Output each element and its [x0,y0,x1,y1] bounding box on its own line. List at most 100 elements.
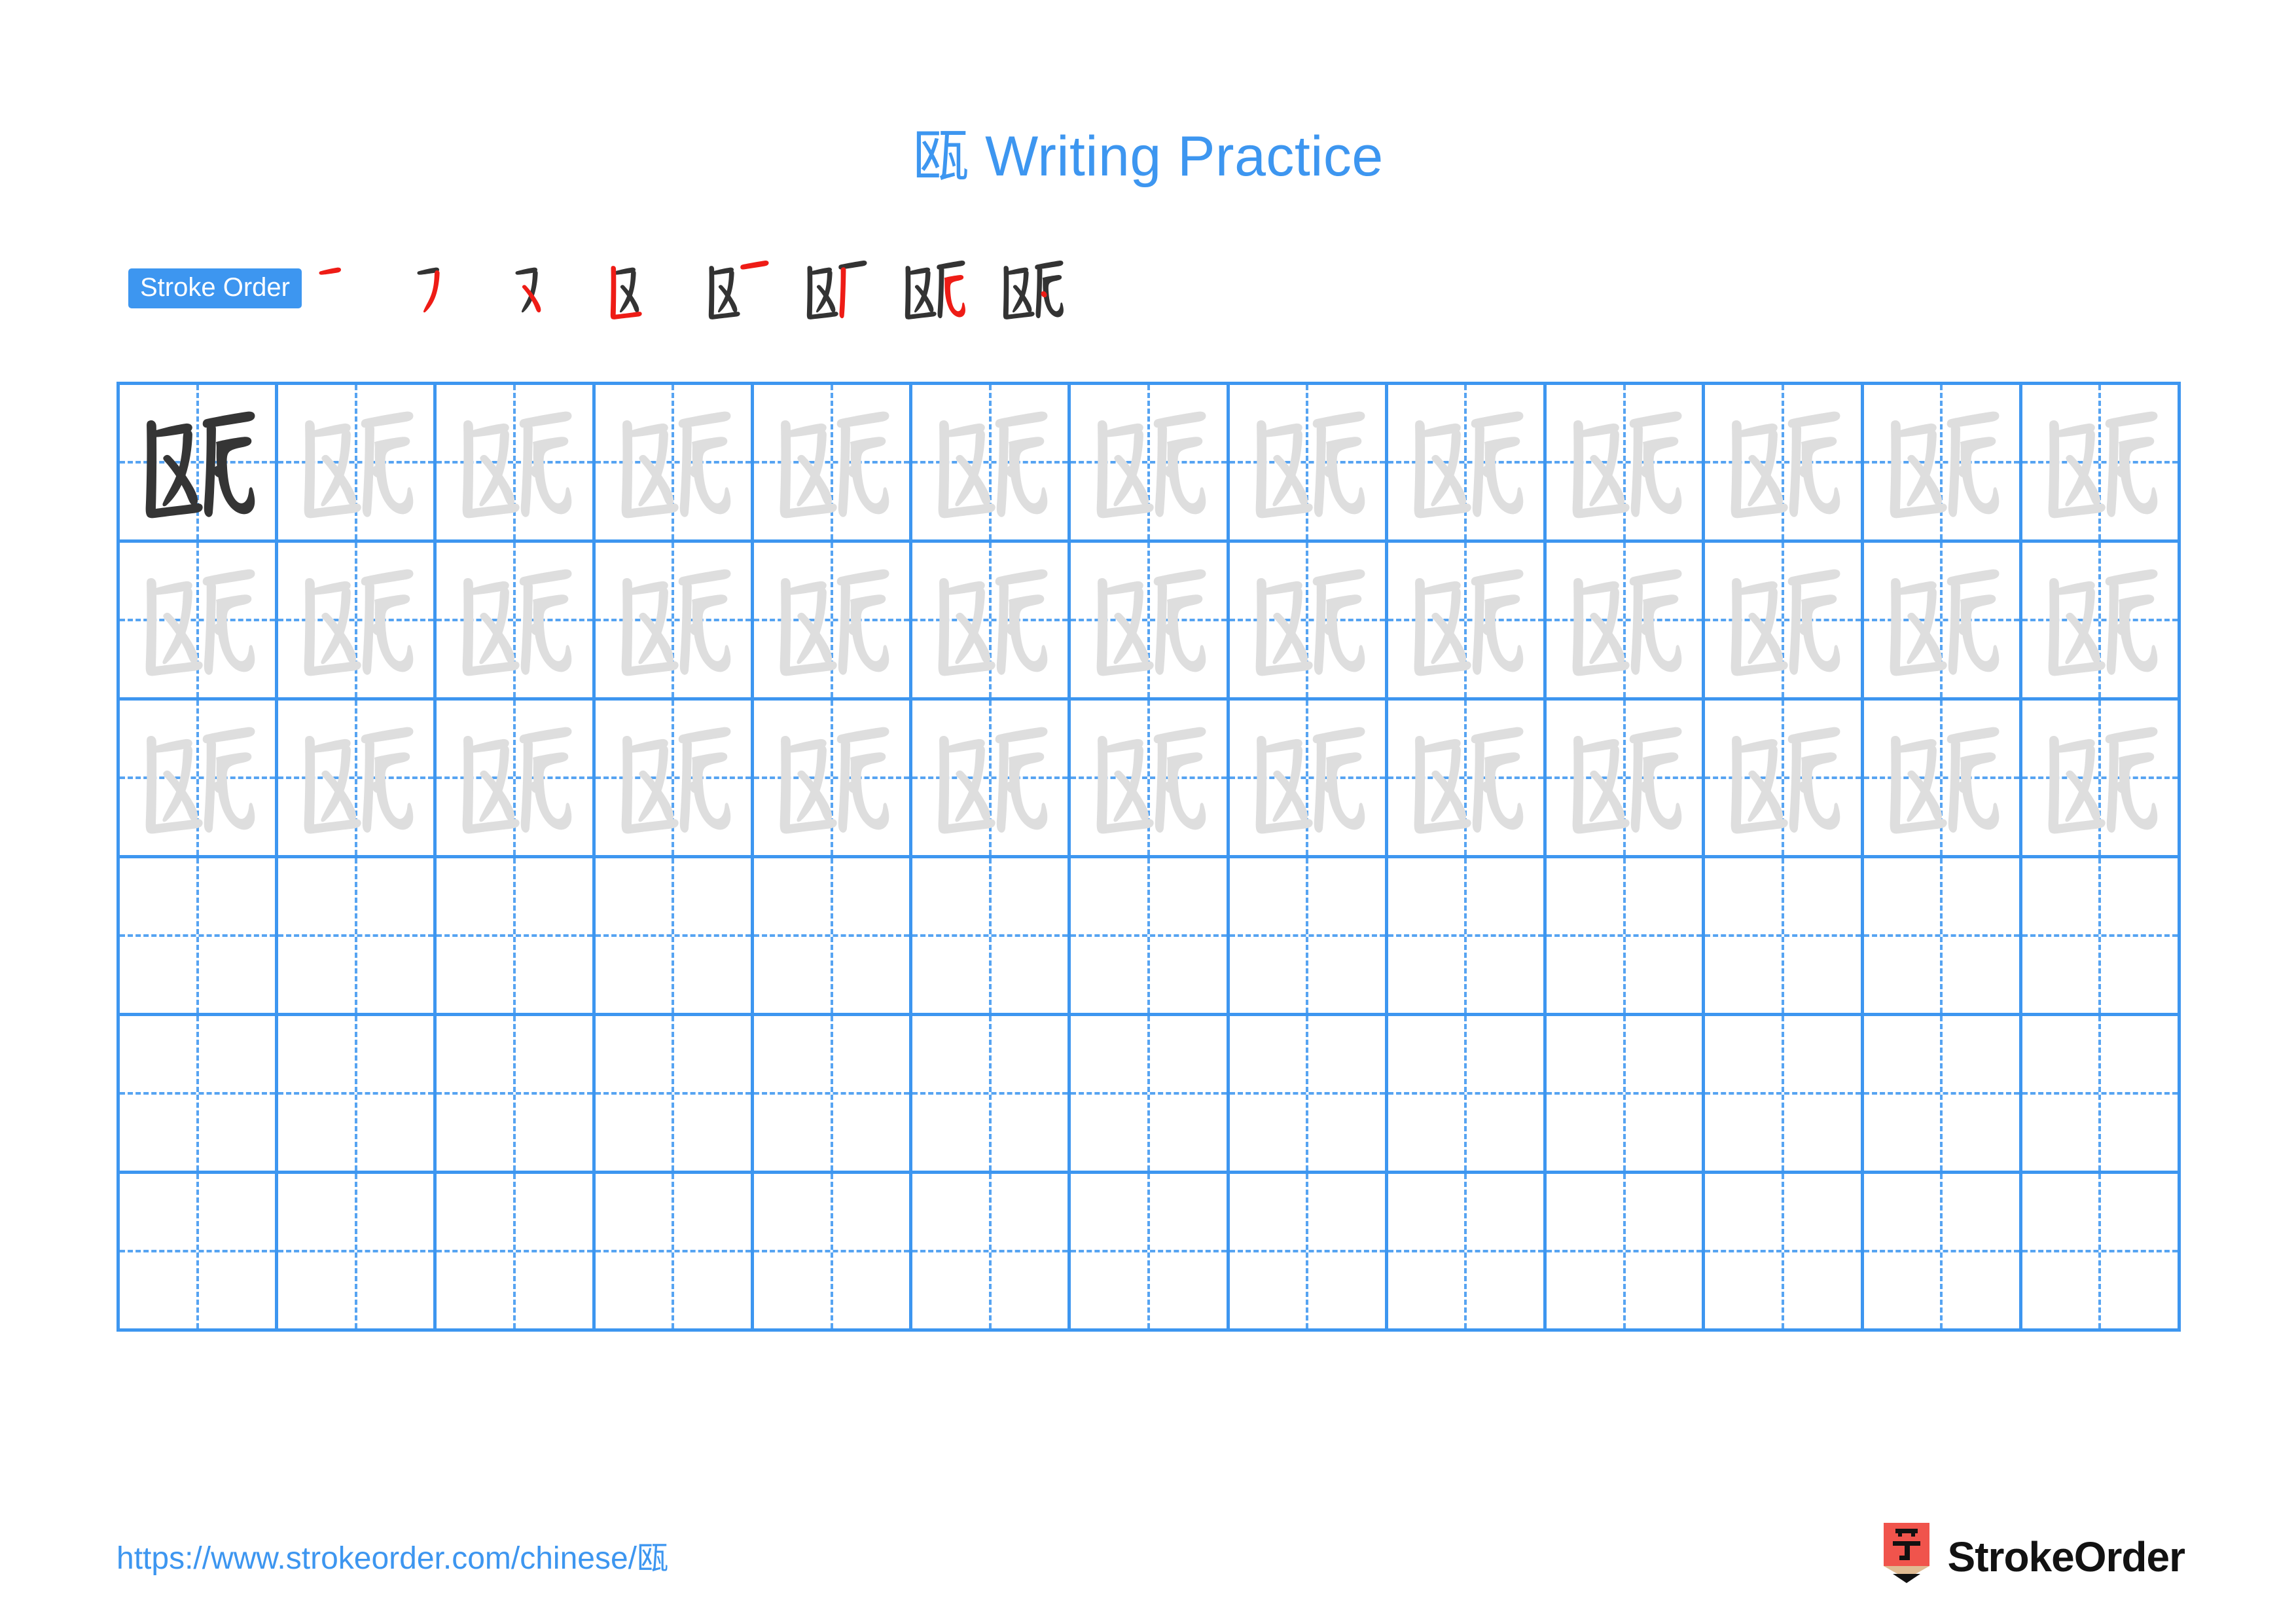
page-title: 瓯 Writing Practice [912,125,1384,188]
grid-cell-trace[interactable] [1705,701,1864,858]
grid-cell-trace[interactable] [1547,385,1706,543]
grid-cell-blank[interactable] [595,1174,754,1332]
trace-character [912,385,1067,539]
grid-cell-trace[interactable] [753,543,913,701]
grid-cell-trace[interactable] [2022,543,2181,701]
grid-cell-trace[interactable] [1705,385,1864,543]
grid-cell-blank[interactable] [437,1016,596,1174]
brand-name: StrokeOrder [1947,1533,2185,1580]
grid-cell-blank[interactable] [120,1174,279,1332]
grid-cell-blank[interactable] [1388,1174,1547,1332]
grid-cell-trace[interactable] [120,701,279,858]
grid-cell-trace[interactable] [437,385,596,543]
brand-logo[interactable]: StrokeOrder [1882,1518,2185,1596]
grid-cell-blank[interactable] [120,1016,279,1174]
grid-cell-trace[interactable] [278,701,437,858]
grid-cell-trace[interactable] [1071,701,1230,858]
grid-cell-trace[interactable] [278,543,437,701]
grid-cell-blank[interactable] [2022,1174,2181,1332]
pencil-logo-icon [1882,1523,1931,1591]
trace-character [1705,385,1860,539]
grid-cell-blank[interactable] [1229,858,1388,1016]
stroke-step-3 [498,249,596,327]
grid-cell-blank[interactable] [753,1016,913,1174]
grid-cell-blank[interactable] [1705,1016,1864,1174]
grid-cell-blank[interactable] [1547,858,1706,1016]
grid-cell-trace[interactable] [1863,701,2022,858]
trace-character [278,701,433,855]
grid-cell-blank[interactable] [2022,1016,2181,1174]
grid-cell-trace[interactable] [753,701,913,858]
grid-cell-trace[interactable] [1388,543,1547,701]
trace-character [437,543,592,697]
grid-cell-trace[interactable] [595,385,754,543]
grid-cell-blank[interactable] [1071,1016,1230,1174]
trace-character [1230,701,1385,855]
trace-character [754,701,909,855]
grid-cell-blank[interactable] [1547,1016,1706,1174]
grid-cell-blank[interactable] [2022,858,2181,1016]
grid-cell-trace[interactable] [278,385,437,543]
grid-cell-blank[interactable] [912,1016,1071,1174]
trace-character [596,701,751,855]
grid-cell-trace[interactable] [1229,385,1388,543]
grid-cell-blank[interactable] [1388,858,1547,1016]
grid-cell-blank[interactable] [1863,1174,2022,1332]
trace-character [1705,701,1860,855]
grid-cell-blank[interactable] [1071,1174,1230,1332]
grid-cell-blank[interactable] [912,1174,1071,1332]
grid-cell-trace[interactable] [1863,385,2022,543]
grid-cell-blank[interactable] [1229,1174,1388,1332]
grid-cell-blank[interactable] [278,1016,437,1174]
grid-cell-blank[interactable] [1863,858,2022,1016]
grid-cell-trace[interactable] [912,701,1071,858]
grid-cell-blank[interactable] [1705,1174,1864,1332]
grid-cell-blank[interactable] [753,858,913,1016]
grid-cell-blank[interactable] [1863,1016,2022,1174]
grid-cell-blank[interactable] [1071,858,1230,1016]
grid-cell-trace[interactable] [1547,543,1706,701]
grid-cell-blank[interactable] [595,1016,754,1174]
grid-cell-blank[interactable] [437,858,596,1016]
practice-grid [117,382,2181,1332]
grid-cell-trace[interactable] [912,385,1071,543]
trace-character [278,543,433,697]
grid-cell-blank[interactable] [437,1174,596,1332]
trace-character [120,701,275,855]
grid-cell-trace[interactable] [1863,543,2022,701]
grid-cell-blank[interactable] [278,858,437,1016]
grid-cell-trace[interactable] [1388,385,1547,543]
grid-cell-trace[interactable] [1071,385,1230,543]
grid-cell-blank[interactable] [278,1174,437,1332]
grid-cell-trace[interactable] [1229,701,1388,858]
grid-cell-blank[interactable] [1705,858,1864,1016]
grid-cell-trace[interactable] [1547,701,1706,858]
trace-character [596,385,751,539]
grid-cell-trace[interactable] [1388,701,1547,858]
grid-cell-trace[interactable] [595,543,754,701]
grid-cell-trace[interactable] [120,543,279,701]
grid-cell-blank[interactable] [753,1174,913,1332]
grid-cell-trace[interactable] [1705,543,1864,701]
grid-cell-blank[interactable] [595,858,754,1016]
grid-cell-trace[interactable] [2022,701,2181,858]
grid-cell-trace[interactable] [437,701,596,858]
stroke-step-4 [596,249,694,327]
grid-cell-trace[interactable] [437,543,596,701]
grid-cell-trace[interactable] [595,701,754,858]
grid-cell-blank[interactable] [912,858,1071,1016]
grid-cell-blank[interactable] [120,858,279,1016]
footer-url[interactable]: https://www.strokeorder.com/chinese/瓯 [117,1532,668,1578]
grid-cell-trace[interactable] [2022,385,2181,543]
grid-cell-blank[interactable] [1229,1016,1388,1174]
grid-cell-trace[interactable] [753,385,913,543]
grid-cell-blank[interactable] [1388,1016,1547,1174]
grid-cell-blank[interactable] [1547,1174,1706,1332]
trace-character [2022,543,2178,697]
grid-cell-trace[interactable] [1229,543,1388,701]
trace-character [596,543,751,697]
grid-cell-trace[interactable] [1071,543,1230,701]
grid-cell-model[interactable] [120,385,279,543]
grid-cell-trace[interactable] [912,543,1071,701]
trace-character [120,543,275,697]
